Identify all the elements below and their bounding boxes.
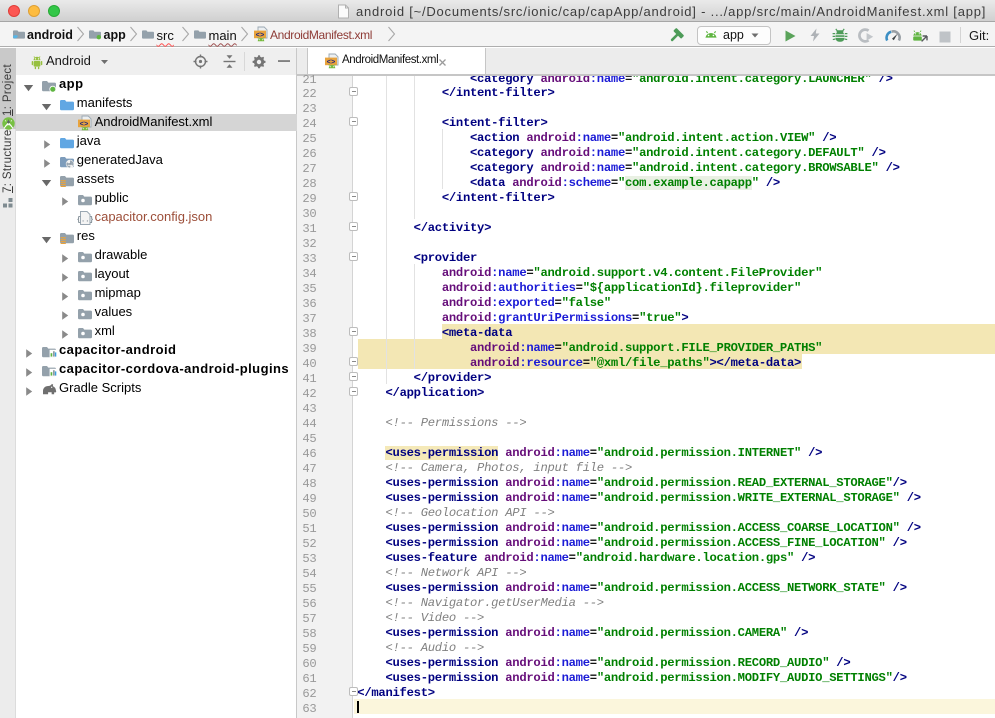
svg-text:{..}: {..} xyxy=(77,216,93,224)
